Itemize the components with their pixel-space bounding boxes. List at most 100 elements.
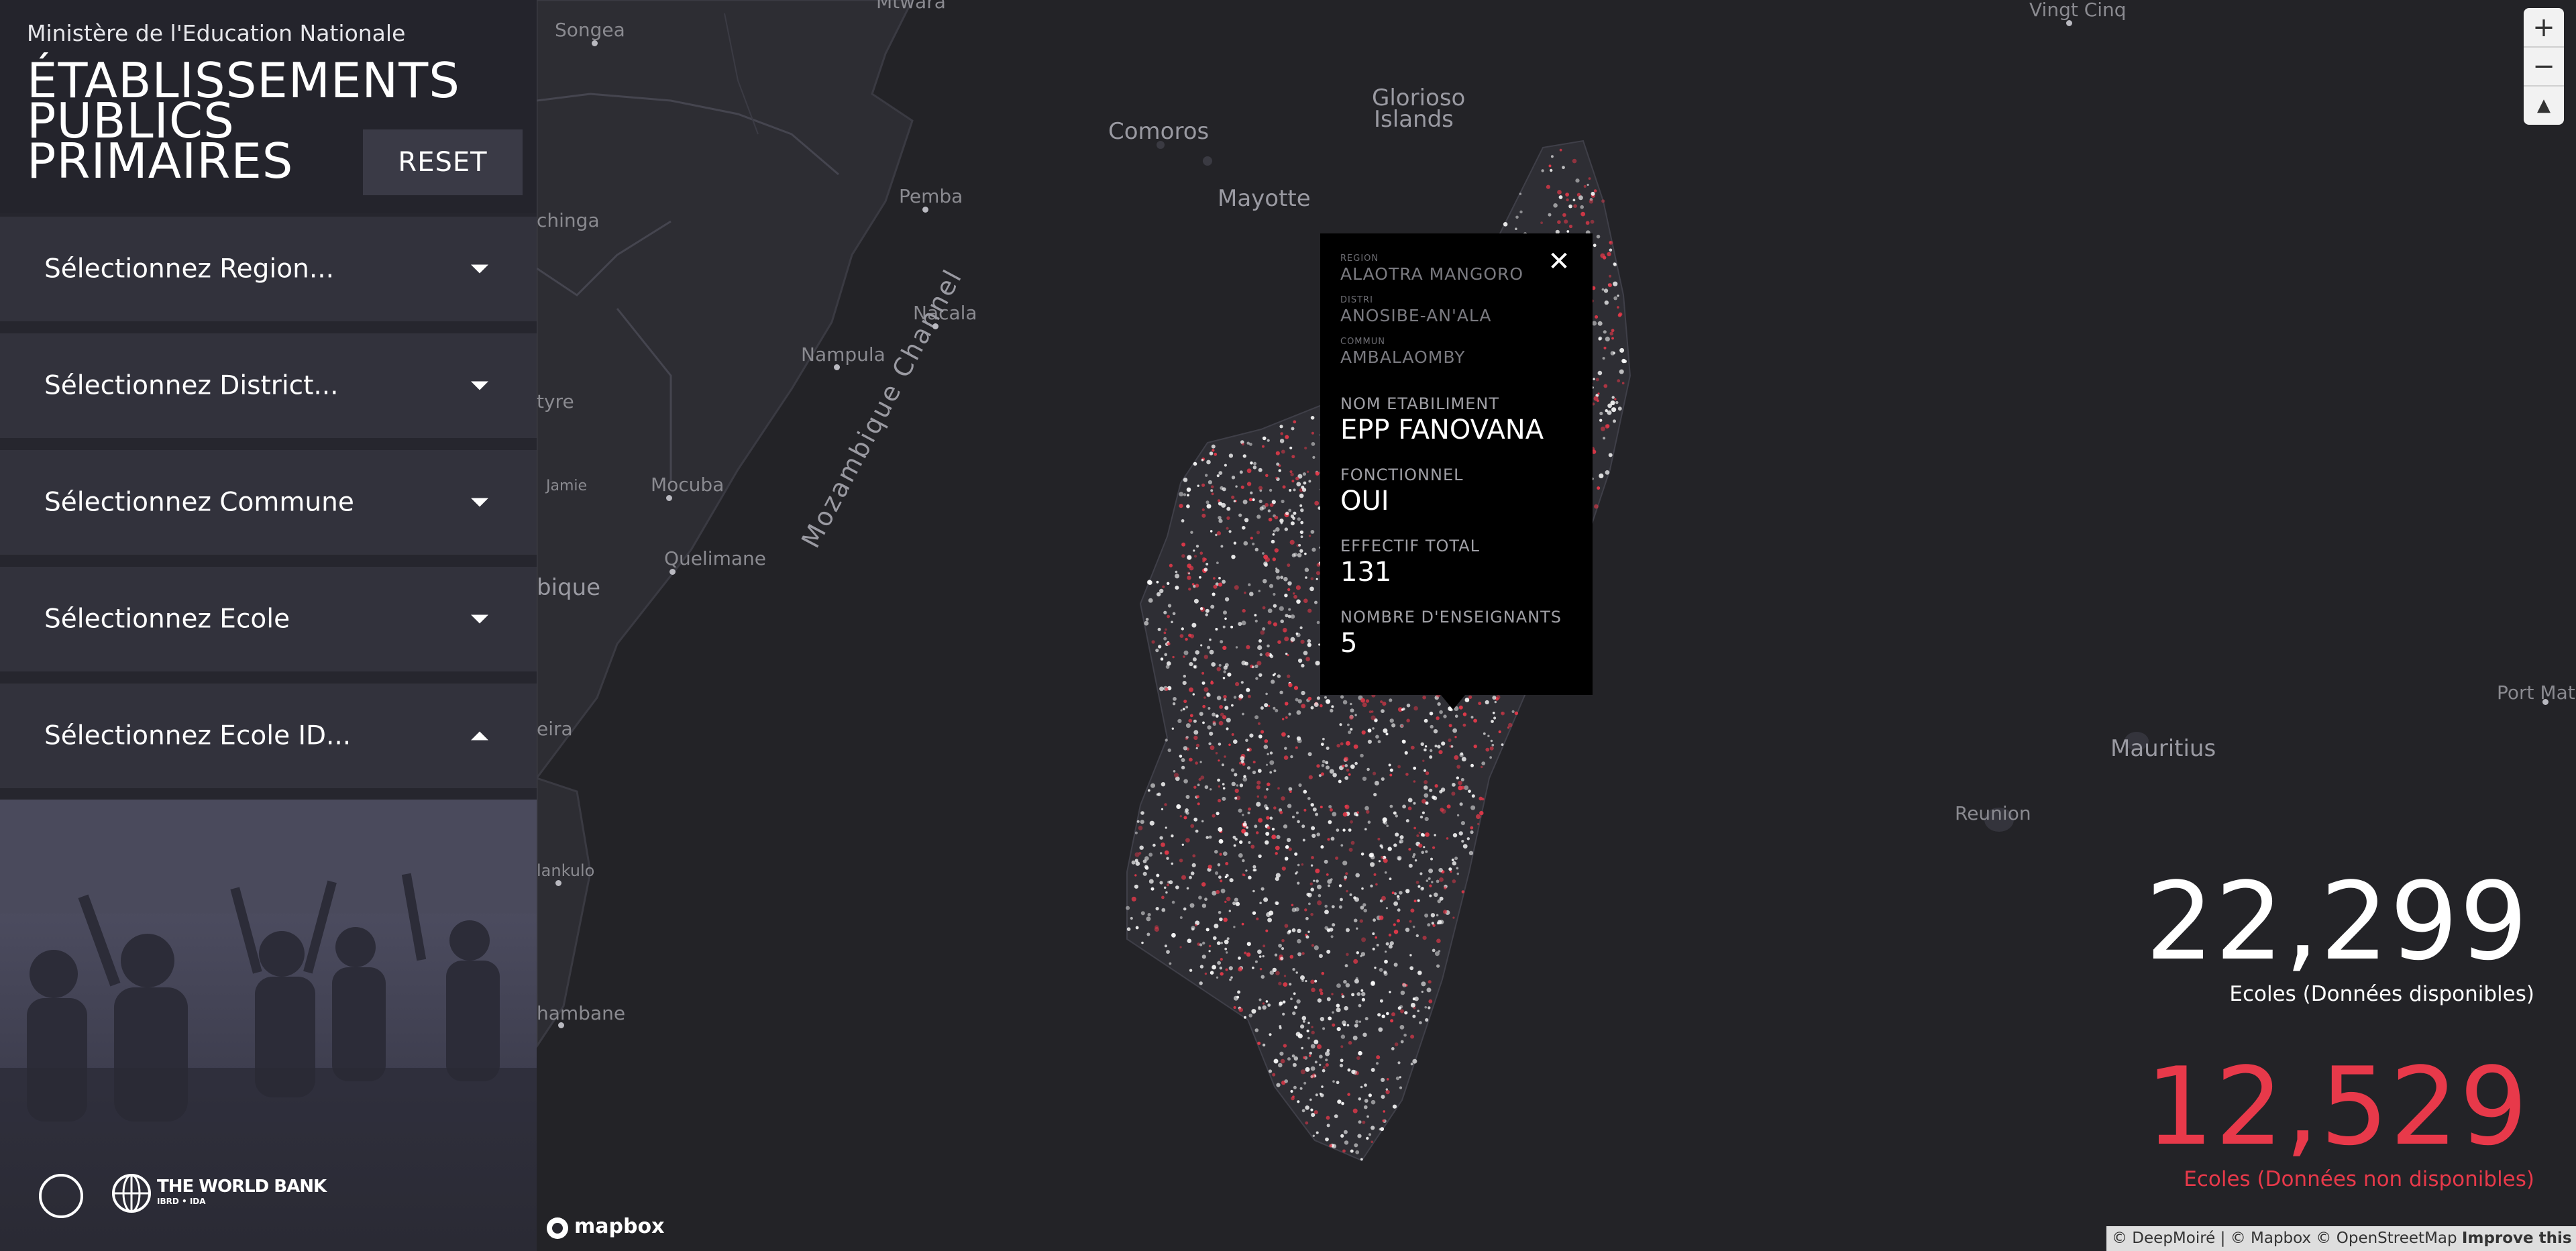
school-dot[interactable] <box>1228 910 1232 912</box>
school-dot[interactable] <box>1189 687 1193 692</box>
school-dot[interactable] <box>1434 784 1438 788</box>
school-dot[interactable] <box>1281 732 1286 737</box>
school-dot[interactable] <box>1494 700 1497 704</box>
school-dot[interactable] <box>1303 598 1308 603</box>
school-dot[interactable] <box>1413 766 1417 770</box>
school-dot[interactable] <box>1242 762 1246 766</box>
school-dot[interactable] <box>1609 274 1612 278</box>
school-dot[interactable] <box>1332 1011 1334 1014</box>
school-dot[interactable] <box>1395 1076 1400 1081</box>
school-dot[interactable] <box>1364 1017 1368 1021</box>
school-dot[interactable] <box>1242 814 1244 816</box>
school-dot[interactable] <box>1305 917 1309 920</box>
school-dot[interactable] <box>1412 1058 1417 1064</box>
school-dot[interactable] <box>1167 614 1170 618</box>
school-dot[interactable] <box>1252 466 1257 470</box>
school-dot[interactable] <box>1297 553 1302 557</box>
school-dot[interactable] <box>1343 979 1347 984</box>
school-dot[interactable] <box>1311 944 1314 947</box>
school-dot[interactable] <box>1192 854 1196 858</box>
school-dot[interactable] <box>1183 746 1188 751</box>
school-dot[interactable] <box>1367 739 1372 744</box>
school-dot[interactable] <box>1373 793 1377 797</box>
school-dot[interactable] <box>1140 820 1144 824</box>
school-dot[interactable] <box>1199 761 1202 763</box>
school-dot[interactable] <box>1364 806 1369 811</box>
school-dot[interactable] <box>1210 485 1214 489</box>
school-dot[interactable] <box>1491 743 1495 747</box>
school-dot[interactable] <box>1259 967 1263 971</box>
school-dot[interactable] <box>1179 815 1182 818</box>
school-dot[interactable] <box>1601 199 1605 203</box>
school-dot[interactable] <box>1290 472 1294 477</box>
school-dot[interactable] <box>1421 887 1424 890</box>
school-dot[interactable] <box>1222 783 1225 785</box>
school-dot[interactable] <box>1179 504 1183 508</box>
school-dot[interactable] <box>1150 887 1155 891</box>
school-dot[interactable] <box>1325 699 1331 704</box>
school-dot[interactable] <box>1355 1020 1359 1024</box>
school-dot[interactable] <box>1424 1005 1427 1009</box>
school-dot[interactable] <box>1291 904 1294 907</box>
school-dot[interactable] <box>1226 506 1231 511</box>
school-dot[interactable] <box>1349 715 1354 720</box>
school-dot[interactable] <box>1275 971 1280 976</box>
school-dot[interactable] <box>1318 893 1322 898</box>
school-dot[interactable] <box>1316 620 1320 624</box>
school-dot[interactable] <box>1325 1137 1329 1142</box>
school-dot[interactable] <box>1397 908 1401 912</box>
school-dot[interactable] <box>1148 879 1154 884</box>
school-dot[interactable] <box>1291 553 1296 557</box>
school-dot[interactable] <box>1212 712 1216 717</box>
school-dot[interactable] <box>1242 526 1246 530</box>
school-dot[interactable] <box>1209 649 1214 655</box>
school-dot[interactable] <box>1209 451 1214 455</box>
school-dot[interactable] <box>1381 709 1385 713</box>
school-dot[interactable] <box>1201 955 1206 959</box>
school-dot[interactable] <box>1303 790 1307 794</box>
school-dot[interactable] <box>1438 867 1443 873</box>
school-dot[interactable] <box>1310 530 1315 534</box>
school-dot[interactable] <box>1456 814 1460 817</box>
school-dot[interactable] <box>1316 578 1318 580</box>
school-dot[interactable] <box>1348 730 1352 735</box>
school-dot[interactable] <box>1280 576 1283 580</box>
school-dot[interactable] <box>1256 795 1260 798</box>
school-dot[interactable] <box>1300 535 1303 539</box>
school-dot[interactable] <box>1344 757 1348 761</box>
school-dot[interactable] <box>1203 687 1209 692</box>
school-dot[interactable] <box>1448 724 1452 728</box>
school-dot[interactable] <box>1222 796 1226 801</box>
school-dot[interactable] <box>1246 826 1248 829</box>
school-dot[interactable] <box>1432 948 1436 953</box>
school-dot[interactable] <box>1284 527 1289 531</box>
school-dot[interactable] <box>1403 1034 1407 1037</box>
school-dot[interactable] <box>1346 953 1349 957</box>
school-dot[interactable] <box>1284 1079 1288 1083</box>
school-dot[interactable] <box>1361 887 1364 890</box>
school-dot[interactable] <box>1171 932 1176 938</box>
school-dot[interactable] <box>1172 702 1176 706</box>
school-dot[interactable] <box>1300 1069 1305 1075</box>
school-dot[interactable] <box>1413 706 1418 711</box>
school-dot[interactable] <box>1313 945 1319 950</box>
school-dot[interactable] <box>1310 1075 1313 1078</box>
school-dot[interactable] <box>1401 724 1403 727</box>
school-dot[interactable] <box>1304 446 1307 450</box>
school-dot[interactable] <box>1283 975 1287 977</box>
school-dot[interactable] <box>1207 725 1212 730</box>
school-dot[interactable] <box>1550 155 1554 158</box>
school-dot[interactable] <box>1324 859 1328 864</box>
school-dot[interactable] <box>1285 845 1289 849</box>
school-dot[interactable] <box>1269 584 1274 588</box>
school-dot[interactable] <box>1421 981 1426 987</box>
school-dot[interactable] <box>1258 486 1263 490</box>
school-dot[interactable] <box>1363 908 1367 913</box>
school-dot[interactable] <box>1310 577 1314 581</box>
school-dot[interactable] <box>1360 906 1364 910</box>
school-dot[interactable] <box>1326 765 1330 770</box>
school-dot[interactable] <box>1332 923 1336 927</box>
school-dot[interactable] <box>1269 488 1273 492</box>
school-dot[interactable] <box>1355 1150 1360 1154</box>
school-dot[interactable] <box>1335 856 1339 860</box>
